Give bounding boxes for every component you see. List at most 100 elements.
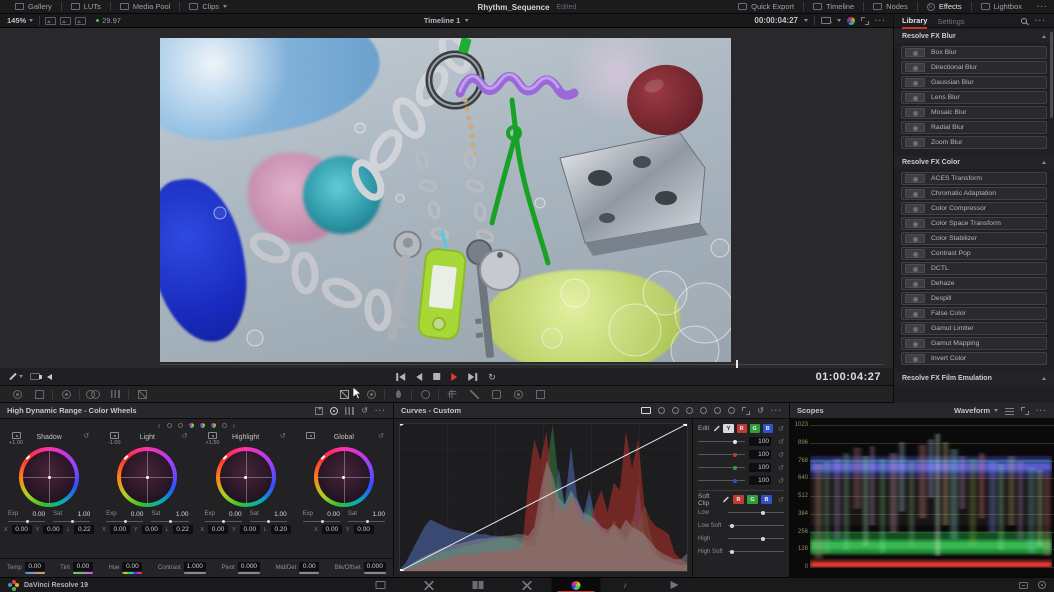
page-button-edit[interactable] xyxy=(454,578,503,592)
camera-raw-palette-icon[interactable] xyxy=(6,386,28,403)
grab-still-icon[interactable] xyxy=(821,17,831,24)
master-value[interactable]: 0.00 xyxy=(122,562,142,571)
reset-channel-icon[interactable] xyxy=(775,451,784,459)
reset-wheel-icon[interactable] xyxy=(75,432,89,440)
curve-lum-vs-sat-icon[interactable] xyxy=(714,407,721,414)
fx-item-mosaic-blur[interactable]: Mosaic Blur xyxy=(901,106,1047,119)
zone-range-control[interactable] xyxy=(304,432,318,439)
coord-value-y[interactable]: 0.00 xyxy=(43,525,63,534)
page-button-fairlight[interactable]: ♪ xyxy=(601,578,650,592)
soft-clip-slider[interactable] xyxy=(728,538,784,539)
color-wheel-shadow[interactable] xyxy=(19,447,79,507)
reset-edit-icon[interactable] xyxy=(776,425,784,433)
library-tab-library[interactable]: Library xyxy=(902,13,927,29)
fx-item-false-color[interactable]: False Color xyxy=(901,307,1047,320)
node-color-icon[interactable] xyxy=(847,17,855,25)
fx-item-contrast-pop[interactable]: Contrast Pop xyxy=(901,247,1047,260)
viewer-zoom-select[interactable]: 145% xyxy=(7,16,26,25)
sizing-palette-icon[interactable] xyxy=(529,386,551,403)
master-slider[interactable] xyxy=(299,572,319,574)
channel-slider[interactable] xyxy=(698,441,745,442)
hdr-palette-icon[interactable] xyxy=(82,386,104,403)
wheel-page-dot-5[interactable] xyxy=(211,423,216,428)
exposure-slider[interactable]: Exp0.00 xyxy=(303,511,340,522)
fx-section-header-resolve-fx-blur[interactable]: Resolve FX Blur xyxy=(894,30,1054,43)
topbar-quick-export-button[interactable]: Quick Export xyxy=(729,0,803,13)
add-zone-icon[interactable] xyxy=(315,407,323,415)
go-to-start-button[interactable] xyxy=(396,373,405,381)
coord-value-l[interactable]: 0.22 xyxy=(74,525,94,534)
fx-item-color-stabilizer[interactable]: Color Stabilizer xyxy=(901,232,1047,245)
scope-settings-icon[interactable] xyxy=(1005,407,1014,415)
library-scrollbar[interactable] xyxy=(1050,32,1053,118)
saturation-slider[interactable]: Sat1.00 xyxy=(151,511,188,522)
zone-range-control[interactable]: +1.50 xyxy=(206,432,220,446)
fx-section-header-resolve-fx-color[interactable]: Resolve FX Color xyxy=(894,156,1054,169)
curve-hue-vs-hue-icon[interactable] xyxy=(672,407,679,414)
topbar-gallery-button[interactable]: Gallery xyxy=(6,0,61,13)
reset-soft-clip-icon[interactable] xyxy=(775,496,784,504)
zone-range-control[interactable]: -1.00 xyxy=(107,432,121,446)
page-button-color[interactable] xyxy=(552,578,601,592)
master-value[interactable]: 0.000 xyxy=(238,562,260,571)
fx-item-dehaze[interactable]: Dehaze xyxy=(901,277,1047,290)
viewer-playhead[interactable] xyxy=(736,360,738,368)
wheel-page-dot-4[interactable] xyxy=(200,423,205,428)
fx-item-box-blur[interactable]: Box Blur xyxy=(901,46,1047,59)
page-button-cut[interactable] xyxy=(405,578,454,592)
reset-curves-icon[interactable] xyxy=(757,407,764,415)
color-wheel-light[interactable] xyxy=(117,447,177,507)
channel-slider[interactable] xyxy=(698,454,745,455)
split-view-toggle[interactable] xyxy=(60,17,71,25)
timeline-timecode[interactable]: 01:00:04:27 xyxy=(816,371,885,383)
histogram-toggle-icon[interactable] xyxy=(641,407,651,414)
color-wheel-global[interactable] xyxy=(314,447,374,507)
dots-next-icon[interactable]: › xyxy=(233,421,236,430)
hdr-scope-icon[interactable] xyxy=(345,407,354,415)
coord-value-x[interactable]: 0.00 xyxy=(12,525,32,534)
master-slider[interactable] xyxy=(25,572,45,574)
coord-value-y[interactable]: 0.00 xyxy=(354,525,374,534)
master-value[interactable]: 0.00 xyxy=(25,562,45,571)
coord-value-x[interactable]: 0.00 xyxy=(110,525,130,534)
curve-hue-vs-lum-icon[interactable] xyxy=(700,407,707,414)
fx-item-dctl[interactable]: DCTL xyxy=(901,262,1047,275)
power-window-palette-icon[interactable] xyxy=(414,386,436,403)
tracker-palette-icon[interactable] xyxy=(441,386,463,403)
coord-value-l[interactable]: 0.22 xyxy=(173,525,193,534)
reset-wheel-icon[interactable] xyxy=(370,432,384,440)
exposure-slider[interactable]: Exp0.00 xyxy=(205,511,242,522)
color-wheel-highlight[interactable] xyxy=(216,447,276,507)
color-wheels-palette-icon[interactable] xyxy=(55,386,77,403)
curves-options-icon[interactable] xyxy=(771,407,782,415)
mute-button[interactable] xyxy=(47,374,52,380)
soft-clip-channel-b[interactable]: B xyxy=(761,495,772,504)
scope-mode-select[interactable]: Waveform xyxy=(954,406,998,415)
reset-channel-icon[interactable] xyxy=(775,464,784,472)
rgb-mixer-palette-icon[interactable] xyxy=(104,386,126,403)
wheel-page-dot-1[interactable] xyxy=(167,423,172,428)
fx-item-color-compressor[interactable]: Color Compressor xyxy=(901,202,1047,215)
fx-item-radial-blur[interactable]: Radial Blur xyxy=(901,121,1047,134)
curve-sat-vs-sat-icon[interactable] xyxy=(728,407,735,414)
viewer-image[interactable] xyxy=(160,38,731,362)
fx-item-gamut-mapping[interactable]: Gamut Mapping xyxy=(901,337,1047,350)
fx-item-chromatic-adaptation[interactable]: Chromatic Adaptation xyxy=(901,187,1047,200)
topbar-lightbox-button[interactable]: Lightbox xyxy=(972,0,1031,13)
channel-button-g[interactable]: G xyxy=(750,424,760,433)
library-options-icon[interactable] xyxy=(1035,16,1046,25)
channel-button-y[interactable]: Y xyxy=(723,424,733,433)
hdr-options-icon[interactable] xyxy=(375,407,386,415)
color-match-palette-icon[interactable] xyxy=(28,386,50,403)
workspace-options-icon[interactable] xyxy=(1037,2,1048,11)
viewer-options-icon[interactable] xyxy=(875,16,886,25)
zone-range-control[interactable]: +1.00 xyxy=(9,432,23,446)
channel-slider[interactable] xyxy=(698,467,745,468)
reset-palette-icon[interactable] xyxy=(361,407,368,415)
master-value[interactable]: 0.00 xyxy=(73,562,93,571)
master-value[interactable]: 1.000 xyxy=(184,562,206,571)
wheel-page-dot-6[interactable] xyxy=(222,423,227,428)
reset-channel-icon[interactable] xyxy=(775,477,784,485)
curve-hue-vs-sat-icon[interactable] xyxy=(686,407,693,414)
coord-value-x[interactable]: 0.00 xyxy=(322,525,342,534)
